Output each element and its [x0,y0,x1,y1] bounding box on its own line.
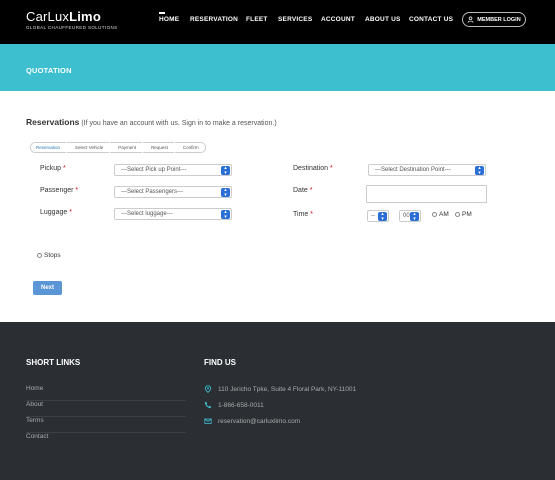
footer-link-home[interactable]: Home [26,385,186,401]
date-input[interactable] [366,185,487,203]
time-label: Time * [293,211,313,218]
minute-select-value: 00 [403,213,410,219]
luggage-label: Luggage * [40,209,72,216]
destination-label: Destination * [293,165,333,172]
pickup-select-value: ---Select Pick up Point--- [121,167,187,173]
date-label: Date * [293,187,313,194]
pm-label: PM [462,211,472,218]
find-us-title: FIND US [204,358,236,367]
map-pin-icon [204,385,212,393]
pm-radio[interactable]: PM [455,211,472,218]
next-button[interactable]: Next [33,281,62,295]
footer-link-about[interactable]: About [26,401,186,417]
hour-select[interactable]: -- ▴ ▾ [367,210,389,222]
nav-account[interactable]: ACCOUNT [321,16,355,23]
envelope-icon [204,418,212,424]
nav-fleet[interactable]: FLEET [246,16,268,23]
address-text: 110 Jericho Tpke, Suite 4 Floral Park, N… [218,385,357,393]
footer-email: reservation@carluxlimo.com [204,417,300,425]
select-arrows-icon: ▴ ▾ [221,166,230,175]
reservations-heading: Reservations (If you have an account wit… [26,117,277,127]
footer-phone: 1-866-658-0011 [204,401,264,409]
nav-reservation[interactable]: RESERVATION [190,16,238,23]
stops-checkbox[interactable]: Stops [37,252,61,259]
nav-contact-us[interactable]: CONTACT US [409,16,453,23]
step-reservation[interactable]: Reservation [30,142,67,153]
nav-home[interactable]: HOME [159,12,179,23]
passenger-select[interactable]: ---Select Passengers--- ▴ ▾ [114,186,232,198]
site-footer: SHORT LINKS Home About Terms Contact FIN… [0,322,555,480]
radio-circle [432,212,437,217]
luggage-select-value: ---Select luggage--- [121,211,173,217]
user-icon [467,16,474,23]
step-confirm[interactable]: Confirm [174,142,206,153]
reservations-note: (If you have an account with us. Sign in… [79,120,277,127]
pickup-label: Pickup * [40,165,66,172]
site-header: CarLuxLimo GLOBAL CHAUFFEURED SOLUTIONS … [0,0,555,44]
step-select-vehicle[interactable]: Select Vehicle [67,142,110,153]
step-payment[interactable]: Payment [110,142,143,153]
minute-select[interactable]: 00 ▴ ▾ [399,210,421,222]
nav-services[interactable]: SERVICES [278,16,312,23]
progress-steps: Reservation Select Vehicle Payment Reque… [30,142,207,153]
hour-select-value: -- [371,213,375,219]
select-arrows-icon: ▴ ▾ [221,188,230,197]
select-arrows-icon: ▴ ▾ [475,166,484,175]
footer-address: 110 Jericho Tpke, Suite 4 Floral Park, N… [204,385,356,393]
destination-select-value: ---Select Destination Point--- [375,167,451,173]
am-label: AM [439,211,449,218]
select-arrows-icon: ▴ ▾ [410,212,419,221]
short-links-title: SHORT LINKS [26,358,81,367]
select-arrows-icon: ▴ ▾ [221,210,230,219]
email-text[interactable]: reservation@carluxlimo.com [218,418,300,425]
step-request[interactable]: Request [143,142,174,153]
member-login-label: MEMBER LOGIN [477,16,521,23]
page-banner: QUOTATION [0,44,555,91]
stops-label: Stops [44,252,61,259]
checkbox-circle [37,253,42,258]
am-radio[interactable]: AM [432,211,449,218]
footer-link-terms[interactable]: Terms [26,417,186,433]
member-login-button[interactable]: MEMBER LOGIN [462,12,526,27]
passenger-label: Passenger * [40,187,79,194]
destination-select[interactable]: ---Select Destination Point--- ▴ ▾ [368,164,486,176]
passenger-select-value: ---Select Passengers--- [121,189,184,195]
luggage-select[interactable]: ---Select luggage--- ▴ ▾ [114,208,232,220]
radio-circle [455,212,460,217]
footer-link-contact[interactable]: Contact [26,433,186,449]
phone-icon [204,401,212,409]
select-arrows-icon: ▴ ▾ [378,212,387,221]
phone-text[interactable]: 1-866-658-0011 [218,402,264,409]
page-title: QUOTATION [26,66,72,75]
pickup-select[interactable]: ---Select Pick up Point--- ▴ ▾ [114,164,232,176]
reservations-title: Reservations [26,117,80,127]
nav-about-us[interactable]: ABOUT US [365,16,401,23]
